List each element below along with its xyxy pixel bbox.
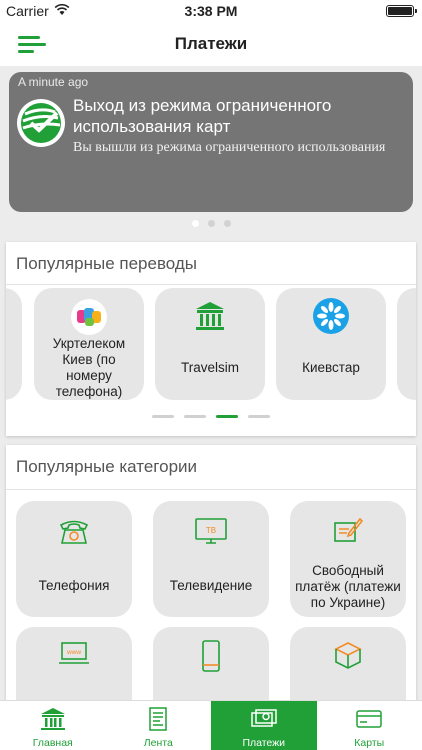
transfer-tile-ukrtelecom[interactable]: Укртелеком Киев (по номеру телефона) xyxy=(34,288,144,400)
notification-title: Выход из режима ограниченного использова… xyxy=(73,96,332,136)
telephone-icon xyxy=(57,516,91,546)
popular-transfers-card: Популярные переводы Укртелеком Киев (по … xyxy=(6,242,416,436)
transfer-tile-travelsim[interactable]: Travelsim xyxy=(155,288,265,400)
status-time: 3:38 PM xyxy=(184,3,238,19)
divider xyxy=(6,284,416,285)
popular-categories-card: Популярные категории Телефония ТВ Телеви… xyxy=(6,445,416,715)
navigation-bar: Платежи xyxy=(0,22,422,66)
popular-categories-title: Популярные категории xyxy=(16,457,198,476)
transfer-tile-label: Travelsim xyxy=(180,360,239,375)
transfer-tile-partial-left[interactable] xyxy=(6,288,22,400)
divider xyxy=(6,489,416,490)
carousel-dot xyxy=(248,415,270,418)
tab-label: Платежи xyxy=(242,737,286,749)
tv-icon: ТВ xyxy=(193,515,229,547)
tab-label: Лента xyxy=(143,737,173,749)
page-indicator xyxy=(0,220,422,227)
carousel-dot-active xyxy=(216,415,238,418)
newspaper-icon xyxy=(144,707,172,731)
bank-building-icon xyxy=(193,300,227,332)
tab-feed[interactable]: Лента xyxy=(106,701,212,750)
carousel-dot xyxy=(152,415,174,418)
kyivstar-logo-icon xyxy=(313,298,349,334)
notification-time: A minute ago xyxy=(18,75,89,89)
status-bar: Carrier 3:38 PM xyxy=(0,0,422,22)
category-tile-television[interactable]: ТВ Телевидение xyxy=(153,501,269,617)
mobile-phone-icon xyxy=(197,639,225,673)
tab-label: Карты xyxy=(354,737,385,749)
battery-icon xyxy=(386,5,417,17)
bank-building-icon xyxy=(39,707,67,731)
free-payment-icon xyxy=(331,513,365,547)
page-dot xyxy=(191,220,199,227)
transfer-tile-label: Укртелеком Киев (по номеру телефона) xyxy=(52,336,126,399)
tab-payments[interactable]: Платежи xyxy=(211,701,317,750)
sberbank-logo-icon xyxy=(17,99,65,147)
category-tile-label: Телефония xyxy=(38,578,110,593)
popular-transfers-title: Популярные переводы xyxy=(16,254,197,273)
category-tile-label: Телевидение xyxy=(169,578,253,593)
ukrtelecom-logo-icon xyxy=(70,298,108,336)
transfer-tile-label: Киевстар xyxy=(302,360,360,375)
page-dot xyxy=(223,220,231,227)
carousel-indicator xyxy=(6,415,416,418)
tab-home[interactable]: Главная xyxy=(0,701,106,750)
tab-bar: Главная Лента Платежи Карты xyxy=(0,700,422,750)
tab-cards[interactable]: Карты xyxy=(317,701,422,750)
carousel-dot xyxy=(184,415,206,418)
card-icon xyxy=(355,707,383,731)
category-tile-free-payment[interactable]: Свободный платёж (платежи по Украине) xyxy=(290,501,406,617)
payments-icon xyxy=(250,707,278,731)
tab-label: Главная xyxy=(32,737,73,749)
category-tile-telephony[interactable]: Телефония xyxy=(16,501,132,617)
page-dot xyxy=(207,220,215,227)
notification-banner[interactable]: A minute ago Выход из режима ограниченно… xyxy=(9,72,413,212)
page-title: Платежи xyxy=(174,34,248,53)
notification-body: Вы вышли из режима ограниченного использ… xyxy=(73,140,386,155)
package-box-icon xyxy=(331,639,365,671)
internet-laptop-icon: www xyxy=(57,639,91,669)
transfer-tile-kyivstar[interactable]: Киевстар xyxy=(276,288,386,400)
transfer-tile-partial-right[interactable] xyxy=(397,288,416,400)
category-tile-label: Свободный платёж (платежи по Украине) xyxy=(295,563,401,610)
svg-text:ТВ: ТВ xyxy=(206,526,216,535)
svg-text:www: www xyxy=(66,649,81,656)
